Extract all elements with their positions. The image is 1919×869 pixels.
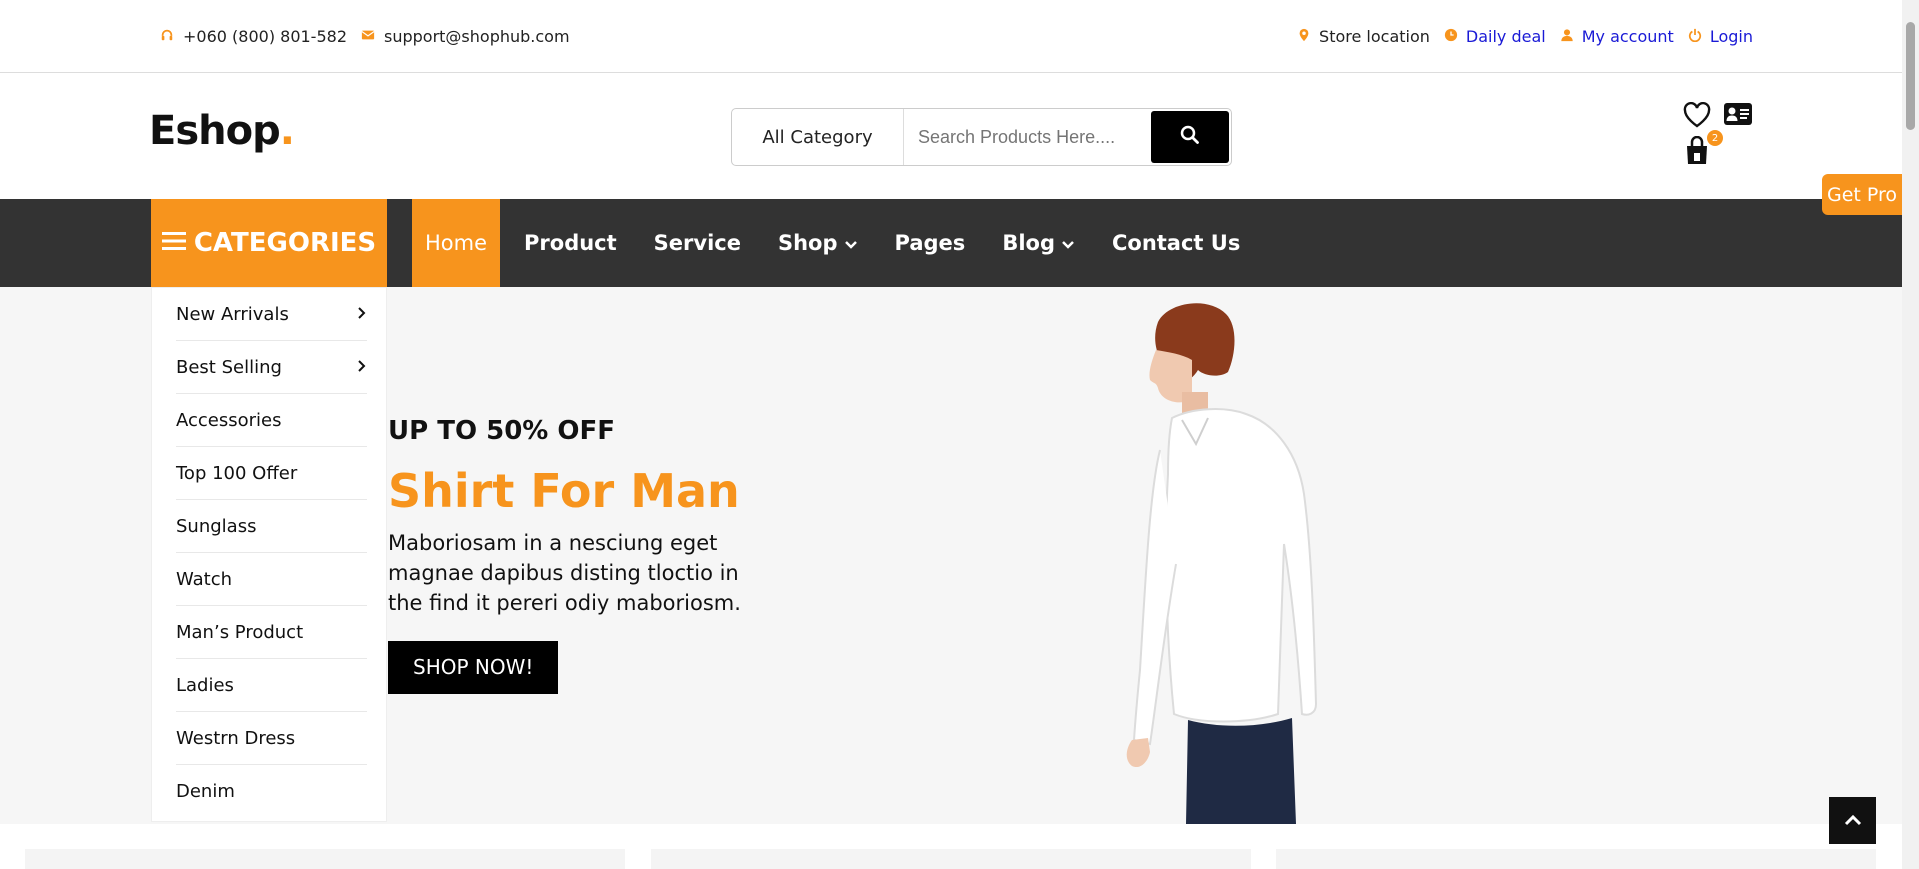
sidebar-item-accessories[interactable]: Accessories (176, 394, 367, 447)
nav-menu: Home Product Service Shop Pages Blog Con… (412, 199, 1264, 287)
chevron-right-icon (357, 357, 367, 378)
model-image (1126, 303, 1318, 824)
map-pin-icon (1297, 27, 1311, 46)
sidebar-item-label[interactable]: New Arrivals (176, 304, 289, 325)
search-input[interactable] (904, 109, 1151, 165)
contact-info: +060 (800) 801-582 support@shophub.com (160, 27, 570, 46)
nav-item-contact-us[interactable]: Contact Us (1099, 199, 1253, 287)
chevron-up-icon (1844, 811, 1862, 830)
sidebar-item-new-arrivals[interactable]: New Arrivals (176, 288, 367, 341)
chevron-down-icon (1055, 231, 1075, 255)
phone-contact: +060 (800) 801-582 (160, 27, 347, 46)
scroll-to-top-button[interactable] (1829, 797, 1876, 844)
hero-title: Shirt For Man (388, 464, 740, 518)
my-account-label[interactable]: My account (1582, 27, 1674, 46)
store-location-link[interactable]: Store location (1297, 27, 1430, 46)
login-link[interactable]: Login (1688, 27, 1753, 46)
top-links: Store location Daily deal My account Log… (1297, 27, 1753, 46)
chevron-down-icon (838, 231, 858, 255)
hero-content: UP TO 50% OFF Shirt For Man Maboriosam i… (388, 416, 748, 694)
sidebar-item-mans-product[interactable]: Man’s Product (176, 606, 367, 659)
vertical-scrollbar[interactable] (1902, 0, 1919, 869)
nav-blog-label[interactable]: Blog (1002, 231, 1055, 255)
sidebar-item-label[interactable]: Accessories (176, 410, 282, 431)
sidebar-item-watch[interactable]: Watch (176, 553, 367, 606)
sidebar-item-label[interactable]: Westrn Dress (176, 728, 295, 749)
heart-icon[interactable] (1683, 101, 1711, 132)
sidebar-item-label[interactable]: Ladies (176, 675, 234, 696)
logo-text[interactable]: Eshop (149, 108, 281, 154)
sidebar-item-label[interactable]: Watch (176, 569, 232, 590)
nav-home-label[interactable]: Home (425, 231, 487, 255)
categories-button[interactable]: CATEGORIES (151, 199, 387, 287)
main-navbar: CATEGORIES Home Product Service Shop Pag… (0, 199, 1902, 287)
search-bar: All Category (731, 108, 1232, 166)
nav-item-shop[interactable]: Shop (765, 199, 871, 287)
nav-service-label[interactable]: Service (654, 231, 741, 255)
category-select[interactable]: All Category (732, 109, 904, 165)
clock-icon (1444, 27, 1458, 46)
top-bar: +060 (800) 801-582 support@shophub.com S… (0, 0, 1902, 73)
daily-deal-label[interactable]: Daily deal (1466, 27, 1546, 46)
nav-item-service[interactable]: Service (641, 199, 754, 287)
cart-count-badge: 2 (1707, 130, 1723, 146)
my-account-link[interactable]: My account (1560, 27, 1674, 46)
nav-item-product[interactable]: Product (511, 199, 630, 287)
sidebar-item-label[interactable]: Sunglass (176, 516, 256, 537)
header: Eshop. All Category 2 (0, 74, 1902, 199)
nav-contact-label[interactable]: Contact Us (1112, 231, 1240, 255)
nav-shop-label[interactable]: Shop (778, 231, 838, 255)
nav-item-home[interactable]: Home (412, 199, 501, 287)
menu-icon (161, 228, 186, 258)
daily-deal-link[interactable]: Daily deal (1444, 27, 1546, 46)
promo-card[interactable] (1276, 849, 1876, 869)
sidebar-item-best-selling[interactable]: Best Selling (176, 341, 367, 394)
sidebar-item-label[interactable]: Man’s Product (176, 622, 303, 643)
logo-dot: . (279, 108, 295, 154)
hero-subtitle: UP TO 50% OFF (388, 416, 616, 446)
nav-item-blog[interactable]: Blog (989, 199, 1088, 287)
hero-description: Maboriosam in a nesciung eget magnae dap… (388, 531, 741, 615)
sidebar-item-label[interactable]: Best Selling (176, 357, 282, 378)
nav-pages-label[interactable]: Pages (895, 231, 966, 255)
sidebar-item-label[interactable]: Denim (176, 781, 235, 802)
email-contact[interactable]: support@shophub.com (361, 27, 570, 46)
store-location-label[interactable]: Store location (1319, 27, 1430, 46)
login-label[interactable]: Login (1710, 27, 1753, 46)
headphones-icon (160, 27, 174, 46)
shop-now-button[interactable]: SHOP NOW! (388, 641, 559, 694)
contact-card-icon[interactable] (1723, 102, 1753, 130)
user-icon (1560, 27, 1574, 46)
scrollbar-thumb[interactable] (1906, 22, 1915, 130)
search-button[interactable] (1151, 111, 1229, 163)
phone-number: +060 (800) 801-582 (183, 26, 347, 46)
chevron-right-icon (357, 304, 367, 325)
sidebar-item-westrn-dress[interactable]: Westrn Dress (176, 712, 367, 765)
page: +060 (800) 801-582 support@shophub.com S… (0, 0, 1919, 869)
sidebar-item-denim[interactable]: Denim (176, 765, 367, 818)
categories-label: CATEGORIES (193, 228, 377, 258)
category-sidebar: New Arrivals Best Selling Accessories To… (151, 287, 387, 822)
nav-item-pages[interactable]: Pages (882, 199, 979, 287)
sidebar-item-sunglass[interactable]: Sunglass (176, 500, 367, 553)
envelope-icon (361, 27, 375, 46)
site-logo[interactable]: Eshop. (149, 108, 295, 154)
sidebar-item-label[interactable]: Top 100 Offer (176, 463, 297, 484)
nav-product-label[interactable]: Product (524, 231, 617, 255)
header-icons: 2 (1683, 101, 1753, 172)
get-pro-button[interactable]: Get Pro (1822, 174, 1902, 215)
sidebar-item-top-100-offer[interactable]: Top 100 Offer (176, 447, 367, 500)
email-address[interactable]: support@shophub.com (384, 27, 570, 46)
power-icon (1688, 27, 1702, 46)
promo-card[interactable] (25, 849, 625, 869)
sidebar-item-ladies[interactable]: Ladies (176, 659, 367, 712)
search-icon (1180, 125, 1200, 149)
promo-card[interactable] (651, 849, 1251, 869)
